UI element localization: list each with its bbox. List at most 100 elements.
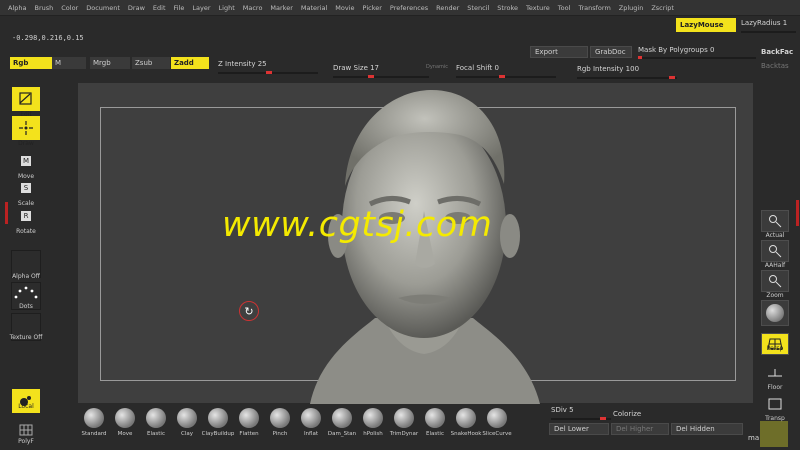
zadd-button[interactable]: Zadd [171,57,209,69]
brush-item[interactable]: Elastic [141,404,171,437]
dynamic-label[interactable]: Dynamic [426,64,448,70]
draw-size-knob[interactable] [368,75,374,78]
brush-label: Pinch [272,431,288,437]
brush-item[interactable]: Pinch [265,404,295,437]
lazyradius-track[interactable] [741,31,796,33]
brush-item[interactable]: Inflat [296,404,326,437]
mask-by-polygroups-knob[interactable] [638,56,642,59]
focal-shift-knob[interactable] [499,75,505,78]
floor-button[interactable]: Floor [760,362,790,391]
brush-item[interactable]: hPolish [358,404,388,437]
colorize-toggle[interactable]: Colorize [613,410,641,418]
m-button[interactable]: M [52,57,86,69]
brush-label: TrimDynar [389,431,419,437]
menu-item-texture[interactable]: Texture [526,4,550,12]
menu-item-render[interactable]: Render [436,4,459,12]
brush-item[interactable]: Flatten [234,404,264,437]
menu-item-stencil[interactable]: Stencil [467,4,489,12]
menu-item-zscript[interactable]: Zscript [651,4,674,12]
del-higher-button[interactable]: Del Higher [611,423,669,435]
brush-item[interactable]: Dam_Stan [327,404,357,437]
left-shelf-handle[interactable] [5,202,8,224]
rgb-intensity-slider[interactable]: Rgb Intensity 100 [577,65,639,73]
brush-item[interactable]: Standard [79,404,109,437]
zoom-button[interactable]: Zoom [760,270,790,299]
z-intensity-slider[interactable]: Z Intensity 25 [218,60,267,68]
brush-item[interactable]: SliceCurve [482,404,512,437]
grabdoc-button[interactable]: GrabDoc [590,46,632,58]
brush-item[interactable]: Move [110,404,140,437]
dots-label: Dots [19,303,33,310]
lazymouse-button[interactable]: LazyMouse [676,18,736,32]
del-hidden-button[interactable]: Del Hidden [671,423,743,435]
draw-size-track[interactable] [333,76,429,78]
z-intensity-knob[interactable] [266,71,272,74]
draw-tool[interactable]: Draw [11,116,41,147]
brush-label: Inflat [303,431,319,437]
menu-item-picker[interactable]: Picker [363,4,382,12]
edit-tool[interactable]: Edit [11,87,41,118]
aahalf-button[interactable]: AAHalf [760,240,790,269]
backface-button[interactable]: BackFac [761,48,793,56]
draw-size-slider[interactable]: Draw Size 17 [333,64,379,72]
menu-item-preferences[interactable]: Preferences [390,4,428,12]
menu-item-layer[interactable]: Layer [192,4,210,12]
material-sphere-button[interactable] [760,300,790,326]
draw-icon [12,116,40,140]
scale-icon: S [12,176,40,200]
brush-icon [425,408,445,428]
brush-item[interactable]: Clay [172,404,202,437]
menu-item-file[interactable]: File [174,4,185,12]
brush-item[interactable]: SnakeHook [451,404,481,437]
actual-button[interactable]: Actual [760,210,790,239]
local-button[interactable]: Local [11,389,41,413]
menu-item-edit[interactable]: Edit [153,4,166,12]
mask-by-polygroups-track[interactable] [638,57,756,59]
menu-item-movie[interactable]: Movie [335,4,354,12]
actual-icon [761,210,789,232]
mask-by-polygroups-slider[interactable]: Mask By Polygroups 0 [638,46,714,54]
sculpted-head-model[interactable] [290,86,558,404]
brush-label: SnakeHook [450,431,482,437]
brush-item[interactable]: TrimDynar [389,404,419,437]
persp-button[interactable]: Persp [760,333,790,355]
polyf-button[interactable]: PolyF [11,422,41,445]
zsub-button[interactable]: Zsub [132,57,170,69]
menu-item-document[interactable]: Document [86,4,120,12]
menu-item-draw[interactable]: Draw [128,4,145,12]
backface-secondary-button[interactable]: Backtas [761,62,789,70]
menu-item-color[interactable]: Color [61,4,78,12]
menu-item-material[interactable]: Material [301,4,327,12]
scale-tool[interactable]: S Scale [11,176,41,207]
del-lower-button[interactable]: Del Lower [549,423,609,435]
rotate-tool[interactable]: R Rotate [11,204,41,235]
focal-shift-slider[interactable]: Focal Shift 0 [456,64,499,72]
menu-item-light[interactable]: Light [219,4,235,12]
menu-item-brush[interactable]: Brush [34,4,53,12]
rotate-tool-label: Rotate [16,228,36,235]
sdiv-slider[interactable]: SDiv 5 [551,406,574,414]
menu-item-macro[interactable]: Macro [243,4,263,12]
right-shelf-handle[interactable] [796,200,799,226]
ghost-button[interactable] [760,421,788,447]
transp-button[interactable]: Transp [760,393,790,422]
brush-label: Standard [81,431,107,437]
brush-icon [239,408,259,428]
aahalf-label: AAHalf [764,262,786,269]
rgb-intensity-track[interactable] [577,77,677,79]
brush-item[interactable]: ClayBuildup [202,404,234,437]
export-button[interactable]: Export [530,46,588,58]
menu-item-stroke[interactable]: Stroke [497,4,518,12]
sdiv-knob[interactable] [600,417,606,420]
rgb-button[interactable]: Rgb [10,57,52,69]
mrgb-button[interactable]: Mrgb [90,57,130,69]
rgb-intensity-knob[interactable] [669,76,675,79]
lazyradius-slider[interactable]: LazyRadius 1 [741,19,787,27]
menu-item-tool[interactable]: Tool [558,4,571,12]
brush-item[interactable]: Elastic [420,404,450,437]
menu-item-alpha[interactable]: Alpha [8,4,26,12]
focal-shift-track[interactable] [456,76,556,78]
menu-item-marker[interactable]: Marker [270,4,292,12]
menu-item-zplugin[interactable]: Zplugin [619,4,644,12]
menu-item-transform[interactable]: Transform [578,4,610,12]
